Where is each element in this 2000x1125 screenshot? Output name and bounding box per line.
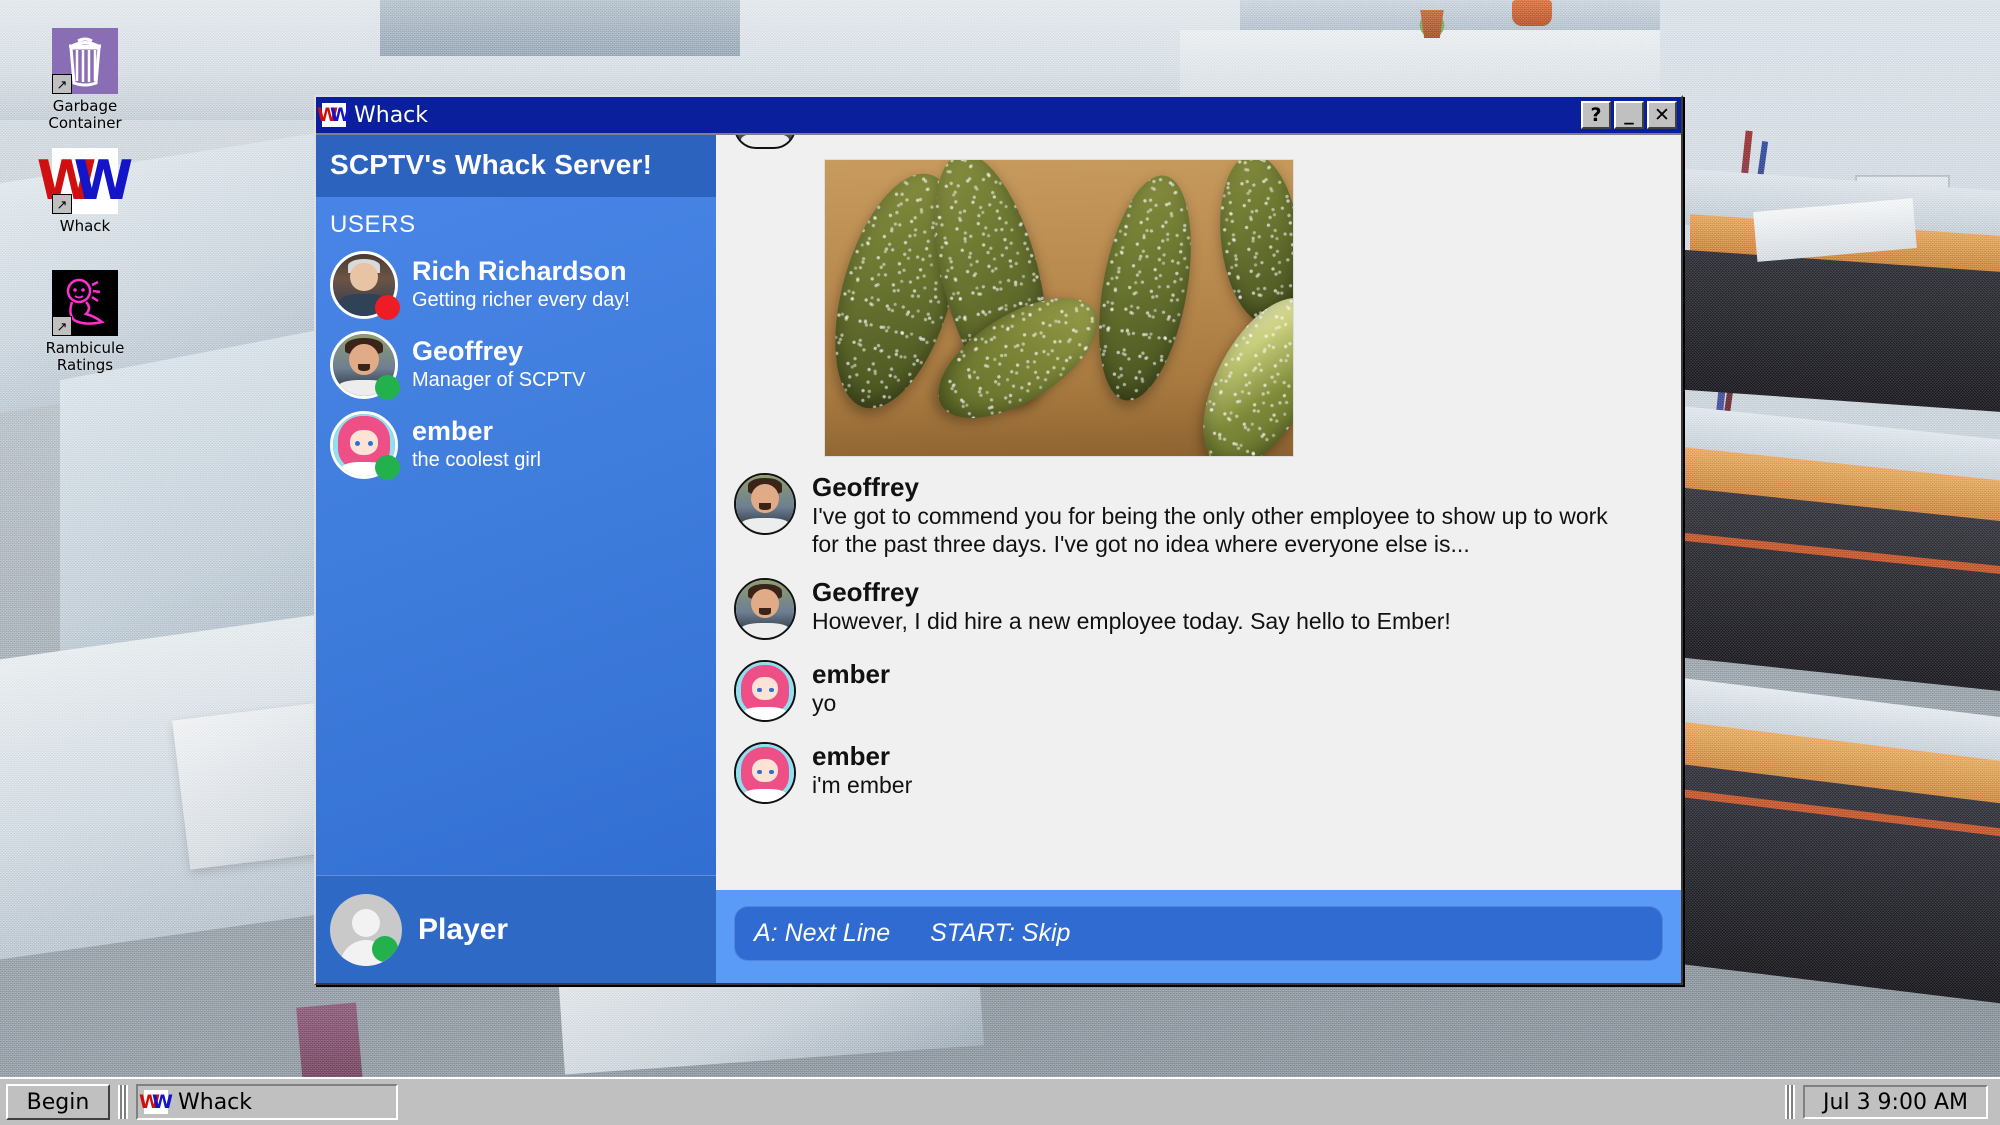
pickles-image — [824, 159, 1294, 457]
users-section-label: USERS — [330, 211, 416, 238]
message-text: yo — [812, 690, 837, 717]
hint-next-line: A: Next Line — [754, 919, 891, 947]
taskbar-task-whack[interactable]: WW Whack — [136, 1084, 398, 1120]
minimize-button[interactable]: _ — [1614, 101, 1644, 129]
avatar — [734, 578, 796, 641]
user-status-text: Getting richer every day! — [412, 288, 630, 311]
window-titlebar[interactable]: WW Whack ? _ ✕ — [316, 97, 1681, 133]
desktop-icon-garbage-container[interactable]: ↗ Garbage Container — [25, 28, 145, 132]
desktop-icon-label: Whack — [59, 217, 111, 235]
taskbar: Begin WW Whack Jul 3 9:00 AM — [0, 1077, 2000, 1125]
chat-message: ember yo — [716, 650, 1667, 732]
player-name: Player — [418, 912, 509, 946]
message-author: Geoffrey — [812, 472, 919, 502]
close-button[interactable]: ✕ — [1647, 101, 1677, 129]
shortcut-arrow-icon: ↗ — [52, 316, 72, 336]
desktop: ↗ Garbage Container WW ↗ Whack ↗ Rambicu… — [0, 0, 2000, 1125]
avatar — [734, 660, 796, 723]
taskbar-clock[interactable]: Jul 3 9:00 AM — [1803, 1085, 1988, 1119]
status-badge — [375, 375, 400, 400]
chat-message: ember i'm ember — [716, 732, 1667, 814]
whack-w-icon: WW — [139, 1090, 173, 1114]
user-name: ember — [412, 416, 494, 447]
message-text: I've got to commend you for being the on… — [812, 503, 1608, 558]
user-name: Rich Richardson — [412, 256, 627, 287]
desktop-icon-label: Garbage Container — [48, 97, 122, 132]
hint-skip: START: Skip — [930, 919, 1071, 947]
status-badge — [375, 295, 400, 320]
message-text: i'm ember — [812, 772, 913, 799]
users-list: Rich Richardson Getting richer every day… — [316, 245, 716, 875]
default-person-avatar — [330, 893, 402, 966]
chat-message: Geoffrey However, I did hire a new emplo… — [716, 568, 1667, 650]
desktop-icon-whack[interactable]: WW ↗ Whack — [25, 148, 145, 235]
shortcut-arrow-icon: ↗ — [52, 74, 72, 94]
message-author: Geoffrey — [812, 577, 919, 608]
avatar — [330, 331, 400, 400]
user-name: Geoffrey — [412, 336, 524, 367]
controls-hint-bar[interactable]: A: Next Line START: Skip — [734, 906, 1663, 961]
server-sidebar: SCPTV's Whack Server! USERS Rich Richard… — [316, 135, 716, 983]
current-player-bar[interactable]: Player — [316, 875, 716, 983]
desktop-icon-rambicule-ratings[interactable]: ↗ Rambicule Ratings — [25, 270, 145, 374]
taskbar-grip[interactable] — [118, 1085, 128, 1119]
message-list[interactable]: Geoffrey I've got to commend you for bei… — [716, 135, 1681, 890]
help-button[interactable]: ? — [1581, 101, 1611, 129]
status-badge — [375, 455, 400, 480]
message-author: ember — [812, 659, 891, 690]
trash-icon: ↗ — [52, 28, 118, 94]
chat-message: Geoffrey I've got to commend you for bei… — [716, 463, 1667, 568]
whack-w-icon: WW ↗ — [36, 148, 134, 214]
start-button[interactable]: Begin — [6, 1084, 110, 1120]
window-title: Whack — [354, 102, 429, 128]
message-author: ember — [812, 741, 891, 772]
rambicule-ghost-icon: ↗ — [52, 270, 118, 336]
message-scrolled-offscreen — [716, 135, 1667, 159]
chat-column: Geoffrey I've got to commend you for bei… — [716, 135, 1681, 983]
user-list-item[interactable]: Rich Richardson Getting richer every day… — [316, 245, 716, 325]
hint-bar-container: A: Next Line START: Skip — [716, 890, 1681, 983]
user-list-item[interactable]: Geoffrey Manager of SCPTV — [316, 325, 716, 405]
shortcut-arrow-icon: ↗ — [52, 194, 72, 214]
whack-w-icon: WW — [317, 103, 351, 127]
whack-window: WW Whack ? _ ✕ SCPTV's Whack Server! USE… — [314, 95, 1683, 985]
taskbar-task-label: Whack — [178, 1089, 253, 1115]
desktop-icon-label: Rambicule Ratings — [45, 339, 125, 374]
avatar — [734, 742, 796, 805]
avatar — [330, 251, 400, 320]
user-status-text: Manager of SCPTV — [412, 368, 586, 391]
message-text: However, I did hire a new employee today… — [812, 608, 1451, 635]
avatar — [734, 473, 796, 535]
window-client-area: SCPTV's Whack Server! USERS Rich Richard… — [316, 133, 1681, 983]
server-title: SCPTV's Whack Server! — [316, 135, 716, 197]
avatar — [330, 411, 400, 480]
tray-grip[interactable] — [1785, 1085, 1796, 1119]
user-status-text: the coolest girl — [412, 448, 541, 471]
user-list-item[interactable]: ember the coolest girl — [316, 405, 716, 485]
status-badge — [372, 935, 398, 962]
